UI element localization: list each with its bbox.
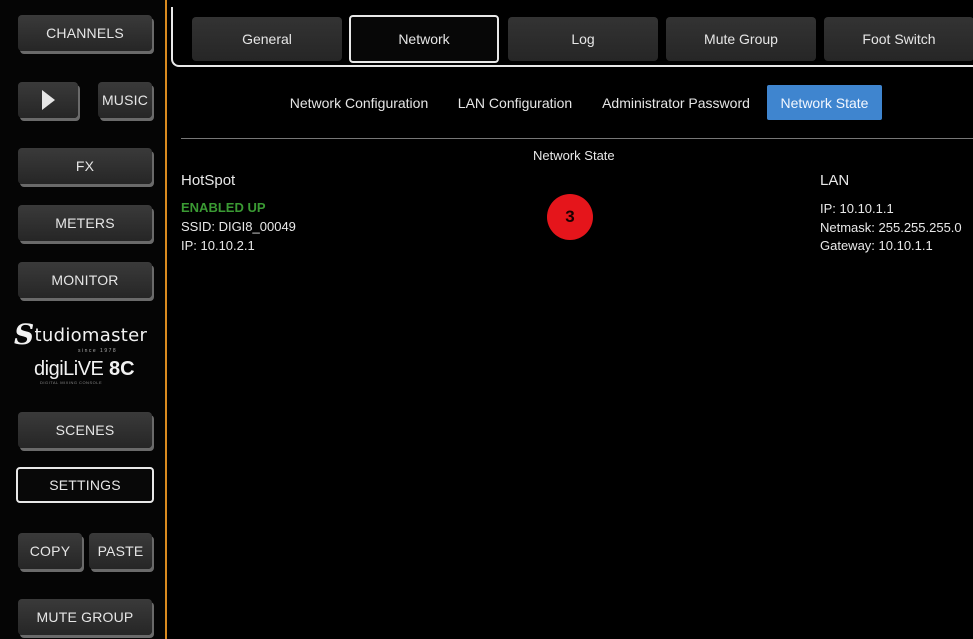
section-heading: Network State: [533, 148, 615, 163]
play-button[interactable]: [18, 82, 78, 118]
paste-button[interactable]: PASTE: [89, 533, 152, 569]
sidebar: CHANNELS MUSIC FX METERS MONITOR Studiom…: [0, 0, 165, 639]
step-badge: 3: [547, 194, 593, 240]
tab-general[interactable]: General: [192, 17, 342, 61]
settings-button[interactable]: SETTINGS: [16, 467, 154, 503]
copy-button[interactable]: COPY: [18, 533, 82, 569]
brand-since: since 1978: [78, 348, 118, 354]
play-icon: [41, 90, 55, 110]
subtab-administrator-password[interactable]: Administrator Password: [594, 85, 758, 120]
divider: [181, 138, 973, 139]
brand-name: Studiomaster: [14, 318, 148, 351]
music-button[interactable]: MUSIC: [98, 82, 152, 118]
tab-foot-switch[interactable]: Foot Switch: [824, 17, 973, 61]
monitor-button[interactable]: MONITOR: [18, 262, 152, 298]
hotspot-ip: IP: 10.10.2.1: [181, 238, 255, 253]
hotspot-title: HotSpot: [181, 172, 236, 189]
hotspot-status: ENABLED UP: [181, 200, 266, 215]
lan-title: LAN: [820, 172, 850, 189]
studiomaster-logo: Studiomaster since 1978 digiLiVE 8C DIGI…: [14, 318, 159, 388]
meters-button[interactable]: METERS: [18, 205, 152, 241]
lan-netmask: Netmask: 255.255.255.0: [820, 220, 962, 235]
subtab-lan-configuration[interactable]: LAN Configuration: [450, 85, 580, 120]
hotspot-ssid: SSID: DIGI8_00049: [181, 219, 296, 234]
tab-mute-group[interactable]: Mute Group: [666, 17, 816, 61]
subtab-network-state[interactable]: Network State: [767, 85, 882, 120]
lan-ip: IP: 10.10.1.1: [820, 201, 894, 216]
scenes-button[interactable]: SCENES: [18, 412, 152, 448]
tab-log[interactable]: Log: [508, 17, 658, 61]
mute-group-button[interactable]: MUTE GROUP: [18, 599, 152, 635]
tab-network[interactable]: Network: [349, 15, 499, 63]
lan-gateway: Gateway: 10.10.1.1: [820, 238, 933, 253]
channels-button[interactable]: CHANNELS: [18, 15, 152, 51]
fx-button[interactable]: FX: [18, 148, 152, 184]
product-name: digiLiVE 8C: [34, 358, 135, 380]
product-tagline: DIGITAL MIXING CONSOLE: [40, 380, 103, 385]
subtab-network-configuration[interactable]: Network Configuration: [282, 85, 436, 120]
sidebar-divider: [165, 0, 167, 639]
